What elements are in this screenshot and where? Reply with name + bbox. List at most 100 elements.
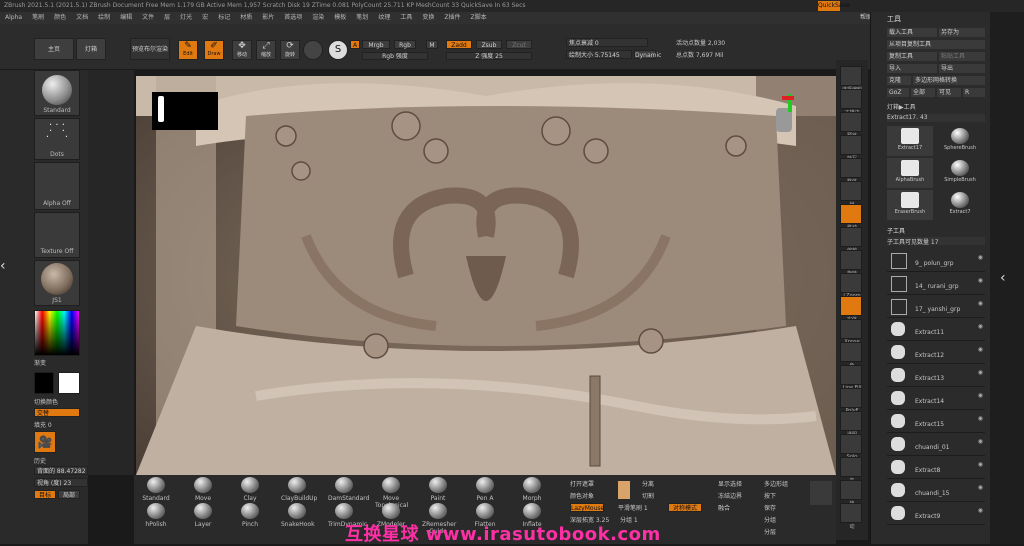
press-label[interactable]: 按下 — [764, 491, 804, 500]
split-label[interactable]: 分离 — [642, 479, 702, 488]
stroke-slot[interactable]: · · · · · · · Dots — [34, 118, 80, 160]
navigation-thumbnail[interactable] — [152, 92, 218, 130]
brush-brushes_row2-0[interactable]: hPolish — [140, 503, 172, 528]
goz-all-button[interactable]: 全部 — [911, 88, 935, 97]
paste-tool-button[interactable]: 粘贴工具 — [939, 52, 985, 61]
right-tool-button-11[interactable] — [840, 319, 862, 339]
draw-size-slider[interactable]: 绘制大小 5.75145 — [566, 50, 632, 59]
tool-tile-4[interactable]: EraserBrush — [887, 190, 933, 220]
right-tool-button-6[interactable] — [840, 204, 862, 224]
mask-option-1[interactable]: 颜色对象 — [570, 491, 620, 500]
clone-button[interactable]: 克隆 — [887, 76, 911, 85]
backface-slider[interactable]: 背面的 88.47282 — [34, 466, 88, 475]
right-tool-button-16[interactable] — [840, 434, 862, 454]
group-label[interactable]: 分组 — [764, 515, 804, 524]
menu-item-5[interactable]: 编辑 — [120, 12, 132, 24]
save-as-button[interactable]: 另存为 — [939, 28, 985, 37]
primary-color-swatch[interactable] — [58, 372, 80, 394]
menu-item-4[interactable]: 绘制 — [98, 12, 110, 24]
focal-shift-slider[interactable]: 焦点衰减 0 — [566, 38, 648, 47]
save-label[interactable]: 保存 — [764, 503, 804, 512]
right-tool-button-5[interactable] — [840, 181, 862, 201]
menu-item-12[interactable]: 影片 — [262, 12, 274, 24]
menu-item-19[interactable]: 变换 — [422, 12, 434, 24]
subtool-row[interactable]: Extract8 ◉ — [887, 457, 985, 479]
menu-item-13[interactable]: 首选项 — [284, 12, 302, 24]
menu-item-16[interactable]: 笔划 — [356, 12, 368, 24]
current-tool-slider[interactable]: Extract17. 43 — [887, 114, 985, 122]
right-tool-button-7[interactable] — [840, 227, 862, 247]
subtool-row[interactable]: Extract14 ◉ — [887, 388, 985, 410]
tool-tile-3[interactable]: SimpleBrush — [937, 158, 983, 188]
subtool-row[interactable]: Extract11 ◉ — [887, 319, 985, 341]
polymesh-button[interactable]: 多边形网格转换 — [913, 76, 985, 85]
subtool-row[interactable]: 14_ rurani_grp ◉ — [887, 273, 985, 295]
subtool-row[interactable]: chuandi_15 ◉ — [887, 480, 985, 502]
show-select-label[interactable]: 显示选择 — [718, 479, 748, 488]
right-tool-button-19[interactable] — [840, 503, 862, 523]
menu-item-10[interactable]: 标记 — [218, 12, 230, 24]
visibility-eye-icon[interactable]: ◉ — [978, 461, 983, 468]
tool-tile-5[interactable]: Extract7 — [937, 190, 983, 220]
right-tool-button-3[interactable] — [840, 135, 862, 155]
brush-brushes_row1-3[interactable]: ClayBuildUp — [281, 477, 317, 502]
brush-brushes_row1-0[interactable]: Standard — [140, 477, 172, 502]
symmetry-button[interactable]: 对称模式 — [668, 503, 702, 512]
goz-visible-button[interactable]: 可见 — [937, 88, 961, 97]
import-project-button[interactable]: 从项目复制工具 — [887, 40, 985, 49]
rgb-button[interactable]: Rgb — [394, 40, 416, 49]
subtool-row[interactable]: Extract13 ◉ — [887, 365, 985, 387]
scale-button[interactable]: ⤢ 缩放 — [256, 40, 276, 60]
subtool-count-slider[interactable]: 子工具可见数量 17 — [887, 237, 985, 246]
material-sphere-icon[interactable] — [303, 40, 323, 60]
right-tool-button-17[interactable] — [840, 457, 862, 477]
visibility-eye-icon[interactable]: ◉ — [978, 300, 983, 307]
menu-item-2[interactable]: 颜色 — [54, 12, 66, 24]
quicksave-button[interactable]: QuickSave — [818, 1, 850, 11]
brush-brushes_row2-3[interactable]: SnakeHook — [281, 503, 315, 528]
collapse-arrow-icon[interactable]: ‹ — [1000, 270, 1006, 286]
lazymouse-button[interactable]: LazyMouse — [570, 503, 604, 512]
home-button[interactable]: 主页 — [34, 38, 74, 60]
menu-item-15[interactable]: 模板 — [334, 12, 346, 24]
right-tool-button-13[interactable] — [840, 365, 862, 385]
alpha-slot[interactable]: Alpha Off — [34, 162, 80, 210]
visibility-eye-icon[interactable]: ◉ — [978, 438, 983, 445]
left-collapse-arrow-icon[interactable]: ‹ — [0, 258, 12, 278]
rotate-button[interactable]: ⟳ 旋转 — [280, 40, 300, 60]
alternate-button[interactable]: 交替 — [34, 408, 80, 417]
color-swatch-icon[interactable] — [618, 481, 630, 499]
tool-tile-1[interactable]: SphereBrush — [937, 126, 983, 156]
menu-item-21[interactable]: Z脚本 — [470, 12, 486, 24]
camera-icon[interactable]: 🎥 — [34, 431, 56, 453]
copy-tool-button[interactable]: 复制工具 — [887, 52, 937, 61]
right-tool-button-4[interactable] — [840, 158, 862, 178]
right-tool-button-0[interactable] — [840, 66, 862, 86]
visibility-eye-icon[interactable]: ◉ — [978, 507, 983, 514]
brush-slot[interactable]: Standard — [34, 70, 80, 116]
export-button[interactable]: 导出 — [939, 64, 985, 73]
import-button[interactable]: 导入 — [887, 64, 937, 73]
edit-button[interactable]: ✎ Edit — [178, 40, 198, 60]
material-slot[interactable]: JS1 — [34, 260, 80, 306]
brush-brushes_row2-1[interactable]: Layer — [187, 503, 219, 528]
goz-r-button[interactable]: R — [963, 88, 985, 97]
right-tool-button-10[interactable] — [840, 296, 862, 316]
visibility-eye-icon[interactable]: ◉ — [978, 415, 983, 422]
menu-item-6[interactable]: 文件 — [142, 12, 154, 24]
brush-brushes_row1-4[interactable]: DamStandard — [328, 477, 369, 502]
merge-label[interactable]: 融合 — [718, 503, 748, 512]
target-button[interactable]: 目标 — [34, 490, 56, 499]
brush-brushes_row1-2[interactable]: Clay — [234, 477, 266, 502]
mask-option-0[interactable]: 打开遮罩 — [570, 479, 620, 488]
orientation-gizmo[interactable] — [768, 90, 800, 150]
local-button[interactable]: 局部 — [58, 490, 80, 499]
brush-brushes_row1-1[interactable]: Move — [187, 477, 219, 502]
brush-brushes_row1-6[interactable]: Paint — [422, 477, 454, 502]
cut-label[interactable]: 切割 — [642, 491, 702, 500]
menu-item-1[interactable]: 笔刷 — [32, 12, 44, 24]
a-toggle[interactable]: A — [350, 40, 360, 49]
hand-tool-icon[interactable] — [810, 481, 832, 505]
zadd-button[interactable]: Zadd — [446, 40, 472, 49]
brush-brushes_row1-7[interactable]: Pen A — [469, 477, 501, 502]
